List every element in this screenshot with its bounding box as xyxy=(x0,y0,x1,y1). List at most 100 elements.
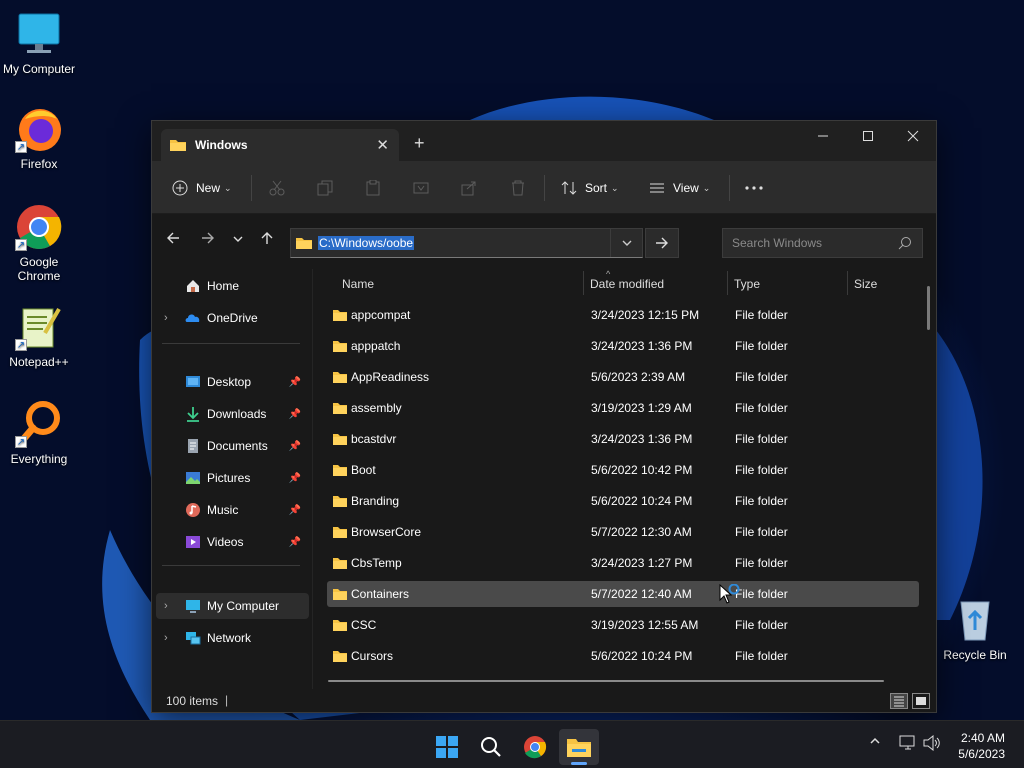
desktop-icon-chrome[interactable]: ↗ Google Chrome xyxy=(0,203,78,283)
cut-button[interactable] xyxy=(269,178,285,198)
delete-button[interactable] xyxy=(510,178,526,198)
column-header-type[interactable]: Type xyxy=(734,269,844,299)
file-name: CSC xyxy=(351,618,377,632)
tab-windows[interactable]: Windows ✕ xyxy=(161,129,399,161)
chevron-right-icon[interactable]: › xyxy=(164,632,168,644)
volume-tray-icon[interactable] xyxy=(923,734,941,754)
pin-icon[interactable]: 📌 xyxy=(289,377,301,388)
folder-icon xyxy=(333,403,347,414)
file-name: Cursors xyxy=(351,649,394,663)
desktop-icon-notepadpp[interactable]: ↗ Notepad++ xyxy=(0,303,78,369)
forward-button[interactable] xyxy=(196,231,220,251)
close-button[interactable] xyxy=(890,121,936,151)
file-date-modified: 3/24/2023 12:15 PM xyxy=(591,308,700,322)
sidebar-item-music[interactable]: Music 📌 xyxy=(152,497,309,523)
file-row-csc[interactable]: CSC 3/19/2023 12:55 AM File folder xyxy=(327,612,919,638)
active-indicator xyxy=(571,762,587,765)
network-tray-icon[interactable] xyxy=(899,735,917,754)
desktop-icon-my-computer[interactable]: My Computer xyxy=(0,10,78,76)
share-button[interactable] xyxy=(461,178,477,198)
file-row-apppatch[interactable]: apppatch 3/24/2023 1:36 PM File folder xyxy=(327,333,919,359)
sidebar-item-onedrive[interactable]: › OneDrive xyxy=(152,305,309,331)
chevron-right-icon[interactable]: › xyxy=(164,312,168,324)
address-dropdown-button[interactable] xyxy=(610,229,642,257)
file-row-branding[interactable]: Branding 5/6/2022 10:24 PM File folder xyxy=(327,488,919,514)
chevron-down-icon: ⌄ xyxy=(224,182,232,193)
file-row-appreadiness[interactable]: AppReadiness 5/6/2023 2:39 AM File folder xyxy=(327,364,919,390)
search-button[interactable] xyxy=(471,729,511,765)
tab-close-icon[interactable]: ✕ xyxy=(376,136,389,154)
new-button[interactable]: New ⌄ xyxy=(172,178,232,198)
desktop-icon-label: Firefox xyxy=(20,157,58,171)
network-icon xyxy=(186,632,201,645)
file-row-browsercore[interactable]: BrowserCore 5/7/2022 12:30 AM File folder xyxy=(327,519,919,545)
file-row-cbstemp[interactable]: CbsTemp 3/24/2023 1:27 PM File folder xyxy=(327,550,919,576)
more-options-button[interactable] xyxy=(745,178,763,198)
rename-button[interactable] xyxy=(413,178,429,198)
sidebar-item-documents[interactable]: Documents 📌 xyxy=(152,433,309,459)
desktop-icon-firefox[interactable]: ↗ Firefox xyxy=(0,105,78,171)
file-row-boot[interactable]: Boot 5/6/2022 10:42 PM File folder xyxy=(327,457,919,483)
pin-icon[interactable]: 📌 xyxy=(289,409,301,420)
column-header-name[interactable]: Name xyxy=(342,269,582,299)
onedrive-icon xyxy=(185,314,200,322)
shortcut-arrow-icon: ↗ xyxy=(15,239,27,251)
column-header-size[interactable]: Size xyxy=(854,269,914,299)
start-button[interactable] xyxy=(427,729,467,765)
folder-icon xyxy=(333,558,347,569)
vertical-scrollbar[interactable] xyxy=(927,286,930,330)
file-row-containers[interactable]: Containers 5/7/2022 12:40 AM File folder xyxy=(327,581,919,607)
minimize-button[interactable] xyxy=(800,121,846,151)
maximize-button[interactable] xyxy=(845,121,891,151)
desktop-icon-everything[interactable]: ↗ Everything xyxy=(0,400,78,466)
file-row-appcompat[interactable]: appcompat 3/24/2023 12:15 PM File folder xyxy=(327,302,919,328)
chevron-right-icon[interactable]: › xyxy=(164,600,168,612)
pane-splitter[interactable] xyxy=(312,269,313,689)
file-type: File folder xyxy=(735,494,788,508)
go-button[interactable] xyxy=(645,228,679,258)
pin-icon[interactable]: 📌 xyxy=(289,505,301,516)
file-row-assembly[interactable]: assembly 3/19/2023 1:29 AM File folder xyxy=(327,395,919,421)
recent-locations-button[interactable] xyxy=(226,231,250,251)
file-row-bcastdvr[interactable]: bcastdvr 3/24/2023 1:36 PM File folder xyxy=(327,426,919,452)
plus-circle-icon xyxy=(172,180,188,196)
view-button[interactable]: View ⌄ xyxy=(649,178,710,198)
copy-button[interactable] xyxy=(317,178,333,198)
computer-icon xyxy=(15,10,63,58)
sidebar-item-downloads[interactable]: Downloads 📌 xyxy=(152,401,309,427)
new-tab-icon[interactable]: + xyxy=(414,133,425,154)
address-bar[interactable]: C:\Windows/oobe xyxy=(290,228,643,258)
file-explorer-icon xyxy=(567,739,591,757)
pin-icon[interactable]: 📌 xyxy=(289,473,301,484)
taskbar-file-explorer[interactable] xyxy=(559,729,599,765)
sidebar-item-videos[interactable]: Videos 📌 xyxy=(152,529,309,555)
sidebar-item-pictures[interactable]: Pictures 📌 xyxy=(152,465,309,491)
taskbar-chrome[interactable] xyxy=(515,729,555,765)
tiles-view-icon xyxy=(916,697,926,705)
sidebar-item-desktop[interactable]: Desktop 📌 xyxy=(152,369,309,395)
file-row-cursors[interactable]: Cursors 5/6/2022 10:24 PM File folder xyxy=(327,643,919,669)
pin-icon[interactable]: 📌 xyxy=(289,537,301,548)
recycle-bin-icon xyxy=(951,596,999,644)
show-hidden-icons-button[interactable] xyxy=(869,735,881,750)
desktop-icon-recycle-bin[interactable]: Recycle Bin xyxy=(936,596,1014,662)
column-header-date[interactable]: Date modified xyxy=(590,269,730,299)
sidebar-item-my-computer[interactable]: › My Computer xyxy=(156,593,309,619)
sort-icon xyxy=(561,181,577,195)
paste-button[interactable] xyxy=(365,178,381,198)
pin-icon[interactable]: 📌 xyxy=(289,441,301,452)
clock[interactable]: 2:40 AM 5/6/2023 xyxy=(958,730,1005,762)
network-icon xyxy=(899,735,915,750)
tiles-view-button[interactable] xyxy=(912,693,930,709)
back-button[interactable] xyxy=(161,231,185,251)
up-button[interactable] xyxy=(255,231,279,251)
file-name: BrowserCore xyxy=(351,525,422,539)
address-path[interactable]: C:\Windows/oobe xyxy=(318,236,415,250)
item-count: 100 items xyxy=(166,694,219,708)
sidebar-item-home[interactable]: Home xyxy=(152,273,309,299)
sort-button[interactable]: Sort ⌄ xyxy=(561,178,619,198)
search-input[interactable]: Search Windows xyxy=(722,228,923,258)
horizontal-scrollbar[interactable] xyxy=(328,680,884,682)
details-view-button[interactable] xyxy=(890,693,908,709)
sidebar-item-network[interactable]: › Network xyxy=(152,625,309,651)
